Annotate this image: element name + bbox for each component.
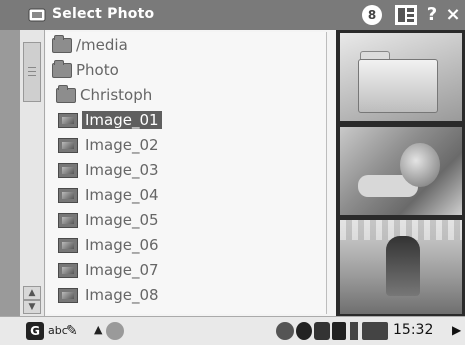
folder-shape — [358, 59, 438, 113]
list-item-label: Christoph — [80, 86, 153, 104]
start-logo-icon[interactable]: G — [26, 322, 44, 340]
list-item-label: Image_04 — [85, 186, 159, 204]
grid-view-icon[interactable] — [395, 5, 417, 25]
more-arrow-icon[interactable]: ▶ — [452, 323, 461, 341]
list-item[interactable]: Image_08 — [58, 285, 258, 307]
list-item-label: Photo — [76, 61, 119, 79]
portrait-photo-thumbnail[interactable] — [340, 127, 462, 215]
photo-shape — [400, 143, 440, 187]
list-item[interactable]: Image_06 — [58, 235, 258, 257]
folder-icon — [52, 35, 72, 53]
figure-photo-thumbnail[interactable] — [340, 220, 462, 314]
scrollbar-thumb[interactable] — [23, 42, 41, 102]
list-item[interactable]: Christoph — [56, 85, 256, 107]
up-arrow-icon[interactable]: ▲ — [94, 323, 102, 341]
list-item-selected[interactable]: Image_01 — [58, 110, 258, 132]
list-item-label: Image_02 — [85, 136, 159, 154]
clock-time: 15:32 — [393, 322, 434, 338]
volume-icon[interactable] — [362, 322, 388, 340]
list-item[interactable]: Image_02 — [58, 135, 258, 157]
folder-icon — [56, 85, 76, 103]
close-button[interactable]: × — [444, 5, 462, 25]
list-item[interactable]: Image_03 — [58, 160, 258, 182]
list-item[interactable]: /media — [52, 35, 252, 57]
list-item-label: Image_03 — [85, 161, 159, 179]
list-item[interactable]: Image_04 — [58, 185, 258, 207]
list-item[interactable]: Image_05 — [58, 210, 258, 232]
usb-icon[interactable] — [314, 322, 330, 340]
folder-thumbnail[interactable] — [340, 33, 462, 121]
list-item[interactable]: Photo — [52, 60, 252, 82]
pen-icon[interactable]: ✎ — [66, 323, 78, 341]
help-button[interactable]: ? — [424, 5, 440, 25]
list-item-label: Image_05 — [85, 211, 159, 229]
list-item-label: Image_06 — [85, 236, 159, 254]
grip-line — [28, 71, 36, 72]
list-item-label: Image_07 — [85, 261, 159, 279]
network-icon[interactable] — [276, 322, 294, 340]
battery-icon[interactable] — [350, 322, 358, 340]
grip-line — [28, 67, 36, 68]
image-file-icon — [58, 163, 78, 178]
input-mode-label[interactable]: abc — [48, 324, 68, 342]
title-bar: Select Photo 8 ? × — [0, 0, 465, 30]
image-file-icon — [58, 238, 78, 253]
scroll-down-arrow-icon[interactable]: ▼ — [23, 300, 41, 314]
image-file-icon — [58, 288, 78, 303]
app-icon[interactable] — [106, 322, 124, 340]
badge-counter[interactable]: 8 — [362, 5, 382, 25]
image-file-icon — [58, 213, 78, 228]
image-file-icon — [58, 138, 78, 153]
taskbar: G abc ✎ ▲ 15:32 ▶ — [0, 316, 465, 345]
photo-shape — [386, 236, 420, 296]
list-item-label: Image_01 — [82, 111, 162, 129]
image-file-icon — [58, 113, 78, 128]
grip-line — [28, 75, 36, 76]
list-item-label: /media — [76, 36, 128, 54]
window-title: Select Photo — [52, 6, 155, 22]
image-file-icon — [58, 188, 78, 203]
list-item-label: Image_08 — [85, 286, 159, 304]
image-file-icon — [58, 263, 78, 278]
scroll-up-arrow-icon[interactable]: ▲ — [23, 286, 41, 300]
sync-icon[interactable] — [296, 322, 312, 340]
select-photo-screen: Select Photo 8 ? × ▲ ▼ /media Photo Chri… — [0, 0, 465, 345]
photo-folder-icon — [28, 8, 46, 22]
file-list: /media Photo Christoph Image_01 Image_02… — [46, 32, 327, 314]
folder-icon — [52, 60, 72, 78]
storage-icon[interactable] — [332, 322, 346, 340]
list-item[interactable]: Image_07 — [58, 260, 258, 282]
